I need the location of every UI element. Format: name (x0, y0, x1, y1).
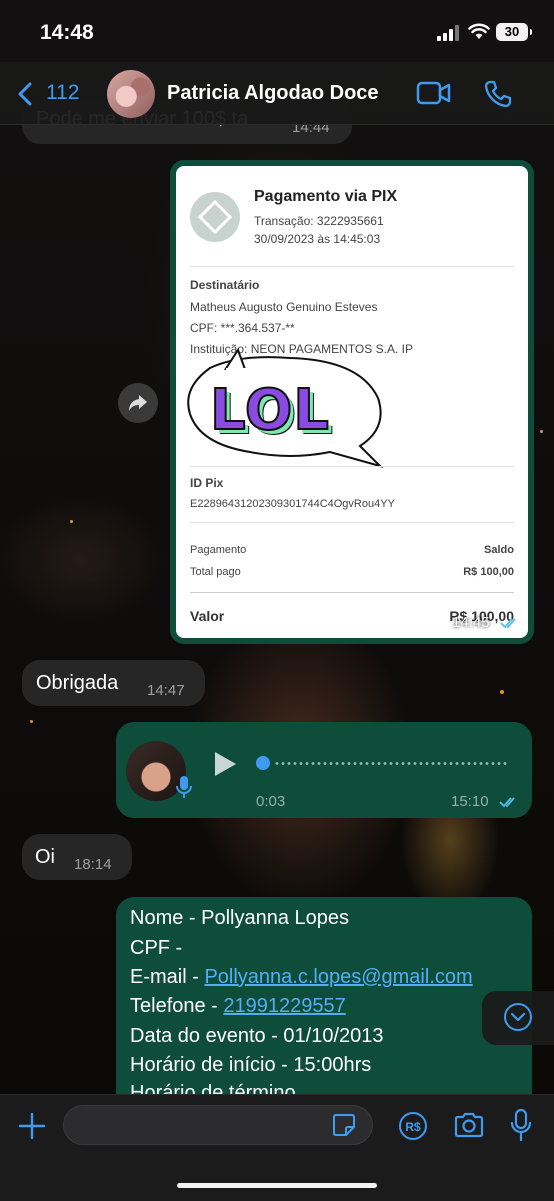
sticker-text: LOL (209, 377, 330, 444)
chat-header: 112 Patricia Algodao Doce (0, 62, 554, 125)
message-time: 14:47 (147, 682, 185, 699)
pix-transaction: Transação: 3222935661 (254, 214, 384, 228)
chevron-down-circle-icon[interactable] (503, 1002, 533, 1032)
camera-icon[interactable] (453, 1111, 485, 1139)
status-bar: 14:48 30 (0, 0, 554, 62)
voice-waveform[interactable] (274, 762, 508, 765)
read-receipt-icon (499, 797, 515, 808)
sticker-icon[interactable] (332, 1113, 356, 1137)
message-time: 15:10 (451, 793, 489, 810)
email-link[interactable]: Pollyanna.c.lopes@gmail.com (204, 966, 472, 988)
divider (190, 522, 514, 523)
chevron-left-icon[interactable] (16, 82, 36, 106)
message-line-nome: Nome - Pollyanna Lopes (130, 907, 350, 929)
microphone-icon[interactable] (509, 1108, 533, 1142)
back-button-unread-count[interactable]: 112 (46, 81, 79, 105)
read-receipt-icon (500, 618, 516, 629)
message-time: 18:14 (74, 856, 112, 873)
pix-cpf: CPF: ***.364.537-** (190, 321, 295, 335)
pix-logo-icon (190, 192, 240, 242)
pix-id-value: E22896431202309301744C4OgvRou4YY (190, 498, 395, 510)
message-line-inicio: Horário de início - 15:00hrs (130, 1054, 372, 1076)
message-text: Oi (35, 846, 55, 868)
play-icon[interactable] (212, 750, 238, 778)
message-input[interactable] (63, 1105, 373, 1145)
pix-receipt-image[interactable]: Pagamento via PIX Transação: 3222935661 … (176, 166, 528, 638)
contact-name[interactable]: Patricia Algodao Doce (167, 82, 379, 105)
divider (190, 466, 514, 467)
svg-text:R$: R$ (405, 1120, 421, 1134)
forward-button[interactable] (118, 383, 158, 423)
message-line-data: Data do evento - 01/10/2013 (130, 1025, 384, 1047)
contact-avatar[interactable] (107, 70, 155, 118)
message-line-telefone: Telefone - 21991229557 (130, 995, 346, 1018)
plus-icon[interactable] (18, 1112, 46, 1140)
status-time: 14:48 (40, 21, 94, 44)
pix-valor-label: Valor (190, 608, 225, 624)
pix-datetime: 30/09/2023 às 14:45:03 (254, 232, 381, 246)
incoming-message-bubble[interactable]: Obrigada 14:47 (22, 660, 205, 706)
email-label: E-mail - (130, 966, 205, 988)
wallpaper-ember (30, 720, 33, 723)
payment-icon[interactable]: R$ (398, 1111, 428, 1141)
wallpaper-ember (70, 520, 73, 523)
pix-payment-value: Saldo (484, 544, 514, 556)
message-line-cpf: CPF - (130, 937, 183, 959)
battery-icon: 30 (496, 23, 528, 41)
wallpaper-ember (500, 690, 504, 694)
telefone-label: Telefone - (130, 995, 224, 1017)
divider (190, 266, 514, 267)
phone-link[interactable]: 21991229557 (223, 995, 345, 1017)
divider (190, 592, 514, 593)
forward-arrow-icon (129, 395, 147, 411)
pix-id-label: ID Pix (190, 476, 224, 490)
home-indicator[interactable] (177, 1183, 377, 1188)
message-line-email: E-mail - Pollyanna.c.lopes@gmail.com (130, 966, 473, 989)
phone-call-icon[interactable] (483, 79, 513, 109)
message-text: Obrigada (36, 672, 119, 694)
cellular-signal-icon (437, 25, 459, 41)
pix-total-value: R$ 100,00 (463, 566, 514, 578)
pix-total-label: Total pago (190, 566, 241, 578)
microphone-badge-icon (176, 776, 192, 798)
message-time: 14:45 (452, 614, 490, 631)
pix-payment-label: Pagamento (190, 544, 247, 556)
pix-recipient-label: Destinatário (190, 278, 260, 292)
video-call-icon[interactable] (416, 80, 452, 106)
wallpaper-ember (540, 430, 543, 433)
voice-duration: 0:03 (256, 793, 286, 810)
incoming-message-bubble[interactable]: Oi 18:14 (22, 834, 132, 880)
wifi-icon (468, 23, 490, 39)
battery-cap (530, 29, 532, 35)
playback-position-dot[interactable] (256, 756, 270, 770)
pix-title: Pagamento via PIX (254, 188, 398, 205)
pix-recipient-name: Matheus Augusto Genuino Esteves (190, 300, 378, 314)
